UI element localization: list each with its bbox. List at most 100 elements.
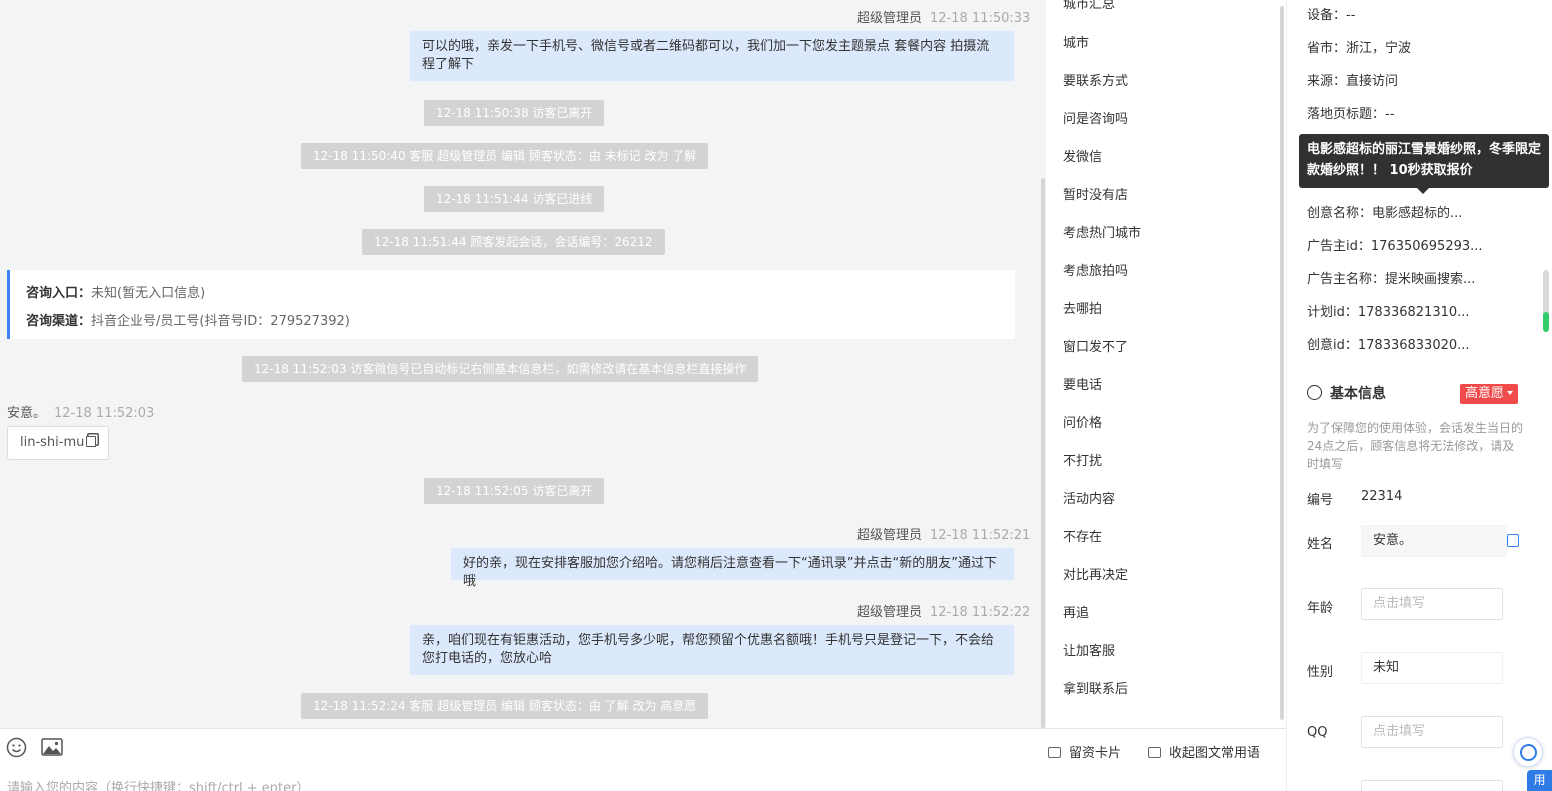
image-icon[interactable] bbox=[41, 738, 63, 756]
message-time: 12-18 11:52:03 bbox=[54, 406, 155, 421]
card-icon bbox=[1048, 747, 1061, 758]
message-meta: 安意。 12-18 11:52:03 bbox=[7, 402, 154, 421]
copy-icon[interactable] bbox=[86, 436, 97, 447]
info-value: 178336821310... bbox=[1357, 305, 1470, 320]
collapse-phrases-label: 收起图文常用语 bbox=[1169, 746, 1261, 761]
copy-icon[interactable] bbox=[1507, 534, 1519, 547]
message-input[interactable]: 请输入您的内容（换行快捷键：shift/ctrl + enter） bbox=[7, 777, 310, 791]
gender-select[interactable]: 未知 bbox=[1361, 652, 1503, 684]
quick-reply-item[interactable]: 活动内容 bbox=[1063, 488, 1115, 507]
quick-reply-item[interactable]: 要电话 bbox=[1063, 374, 1102, 393]
leave-info-card-button[interactable]: 留资卡片 bbox=[1048, 742, 1121, 761]
info-label: 计划id： bbox=[1307, 305, 1358, 320]
chat-scrollbar-thumb[interactable] bbox=[1041, 178, 1045, 728]
quick-reply-scrollbar[interactable] bbox=[1278, 0, 1286, 728]
info-value: 浙江，宁波 bbox=[1346, 41, 1412, 56]
age-label: 年龄 bbox=[1307, 601, 1334, 616]
assistant-float-button[interactable] bbox=[1513, 737, 1543, 767]
age-field[interactable]: 点击填写 bbox=[1361, 588, 1503, 620]
info-device: 设备：-- bbox=[1307, 4, 1355, 23]
customer-info-panel: 设备：-- 省市：浙江，宁波 来源：直接访问 落地页标题：-- 电影感超标的丽江… bbox=[1286, 0, 1552, 791]
quick-reply-item[interactable]: 问价格 bbox=[1063, 412, 1102, 431]
quick-reply-item[interactable]: 问是咨询吗 bbox=[1063, 108, 1128, 127]
quick-reply-item[interactable]: 要联系方式 bbox=[1063, 70, 1128, 89]
intent-status-label: 高意愿 bbox=[1465, 386, 1505, 401]
sender-name: 安意。 bbox=[7, 406, 47, 421]
user-icon bbox=[1307, 385, 1322, 400]
quick-reply-item[interactable]: 不打扰 bbox=[1063, 450, 1102, 469]
info-landing-title: 落地页标题：-- bbox=[1307, 103, 1394, 122]
phrases-icon bbox=[1148, 747, 1161, 758]
sender-name: 超级管理员 bbox=[857, 605, 923, 620]
collapse-phrases-button[interactable]: 收起图文常用语 bbox=[1148, 742, 1260, 761]
info-value: 提米映画搜索... bbox=[1385, 272, 1476, 287]
caret-down-icon bbox=[1507, 391, 1514, 395]
name-label: 姓名 bbox=[1307, 537, 1334, 552]
info-label: 省市： bbox=[1307, 41, 1347, 56]
panel-scroll-indicator bbox=[1543, 312, 1549, 332]
quick-reply-item[interactable]: 对比再决定 bbox=[1063, 564, 1128, 583]
intent-status-dropdown[interactable]: 高意愿 bbox=[1460, 384, 1519, 404]
system-message: 12-18 11:52:24 客服 超级管理员 编辑 顾客状态：由 了解 改为 … bbox=[301, 693, 709, 719]
system-message: 12-18 11:50:38 访客已离开 bbox=[424, 100, 605, 126]
consult-channel-value: 抖音企业号/员工号(抖音号ID：279527392) bbox=[91, 314, 350, 329]
gender-label: 性别 bbox=[1307, 665, 1334, 680]
quick-reply-item[interactable]: 不存在 bbox=[1063, 526, 1102, 545]
outgoing-message: 可以的哦，亲发一下手机号、微信号或者二维码都可以，我们加一下您发主题景点 套餐内… bbox=[410, 31, 1014, 81]
system-message: 12-18 11:50:40 客服 超级管理员 编辑 顾客状态：由 未标记 改为… bbox=[301, 143, 709, 169]
emoji-icon[interactable] bbox=[6, 737, 27, 758]
quick-reply-item[interactable]: 再追 bbox=[1063, 602, 1089, 621]
chat-history: 超级管理员 12-18 11:50:33 可以的哦，亲发一下手机号、微信号或者二维… bbox=[0, 0, 1040, 728]
info-value: 直接访问 bbox=[1346, 74, 1399, 89]
info-creative-id: 创意id：178336833020... bbox=[1307, 334, 1470, 353]
name-field[interactable]: 安意。 bbox=[1361, 525, 1507, 557]
number-label: 编号 bbox=[1307, 493, 1334, 508]
quick-reply-item[interactable]: 考虑热门城市 bbox=[1063, 222, 1141, 241]
quick-reply-item[interactable]: 窗口发不了 bbox=[1063, 336, 1128, 355]
quick-reply-item[interactable]: 城市汇总 bbox=[1063, 0, 1115, 12]
info-value: 178336833020... bbox=[1357, 338, 1470, 353]
consult-entry-value: 未知(暂无入口信息) bbox=[91, 286, 206, 301]
system-message: 12-18 11:51:44 访客已进线 bbox=[424, 186, 605, 212]
quick-reply-item[interactable]: 考虑旅拍吗 bbox=[1063, 260, 1128, 279]
creative-name-tooltip: 电影感超标的丽江雪景婚纱照，冬季限定款婚纱照！！ 10秒获取报价 bbox=[1299, 134, 1549, 194]
consult-channel-label: 咨询渠道： bbox=[26, 314, 92, 329]
quick-reply-item[interactable]: 暂时没有店 bbox=[1063, 184, 1128, 203]
message-composer: 留资卡片 收起图文常用语 请输入您的内容（换行快捷键：shift/ctrl + … bbox=[0, 728, 1286, 791]
info-label: 创意id： bbox=[1307, 338, 1358, 353]
quick-reply-scrollbar-thumb[interactable] bbox=[1280, 6, 1284, 720]
info-label: 落地页标题： bbox=[1307, 107, 1386, 122]
info-plan-id: 计划id：178336821310... bbox=[1307, 301, 1470, 320]
consult-entry-row: 咨询入口：未知(暂无入口信息) bbox=[26, 280, 999, 308]
info-value: -- bbox=[1346, 8, 1356, 23]
consult-channel-row: 咨询渠道：抖音企业号/员工号(抖音号ID：279527392) bbox=[26, 308, 999, 336]
quick-reply-item[interactable]: 拿到联系后 bbox=[1063, 678, 1128, 697]
consult-entry-label: 咨询入口： bbox=[26, 286, 92, 301]
quick-reply-item[interactable]: 去哪拍 bbox=[1063, 298, 1102, 317]
next-field[interactable] bbox=[1361, 780, 1503, 791]
system-message: 12-18 11:52:03 访客微信号已自动标记右侧基本信息栏，如需修改请在基… bbox=[242, 356, 759, 382]
quick-reply-item[interactable]: 城市 bbox=[1063, 32, 1089, 51]
wechat-id-card[interactable]: lin-shi-mu bbox=[7, 426, 110, 460]
message-time: 12-18 11:52:21 bbox=[930, 528, 1031, 543]
message-time: 12-18 11:50:33 bbox=[930, 11, 1031, 26]
sender-name: 超级管理员 bbox=[857, 11, 923, 26]
panel-scrollbar-thumb[interactable] bbox=[1543, 270, 1549, 332]
info-advertiser-name: 广告主名称：提米映画搜索... bbox=[1307, 268, 1475, 287]
quick-reply-item[interactable]: 让加客服 bbox=[1063, 640, 1115, 659]
outgoing-message: 好的亲，现在安排客服加您介绍哈。请您稍后注意查看一下“通讯录”并点击“新的朋友”… bbox=[451, 548, 1014, 589]
corner-tab[interactable]: 用 bbox=[1527, 770, 1552, 791]
info-advertiser-id: 广告主id：176350695293... bbox=[1307, 235, 1483, 254]
info-creative-name[interactable]: 创意名称：电影感超标的... bbox=[1307, 202, 1462, 221]
number-value: 22314 bbox=[1361, 489, 1403, 504]
info-label: 来源： bbox=[1307, 74, 1347, 89]
assistant-icon bbox=[1520, 744, 1537, 761]
message-meta: 超级管理员 12-18 11:50:33 bbox=[857, 7, 1030, 26]
quick-reply-item[interactable]: 发微信 bbox=[1063, 146, 1102, 165]
outgoing-message: 亲，咱们现在有钜惠活动，您手机号多少呢，帮您预留个优惠名额哦！手机号只是登记一下… bbox=[410, 625, 1014, 675]
consult-source-box: 咨询入口：未知(暂无入口信息) 咨询渠道：抖音企业号/员工号(抖音号ID：279… bbox=[7, 270, 1015, 339]
info-value: 176350695293... bbox=[1370, 239, 1483, 254]
message-meta: 超级管理员 12-18 11:52:21 bbox=[857, 524, 1030, 543]
info-source: 来源：直接访问 bbox=[1307, 70, 1398, 89]
qq-field[interactable]: 点击填写 bbox=[1361, 716, 1503, 748]
